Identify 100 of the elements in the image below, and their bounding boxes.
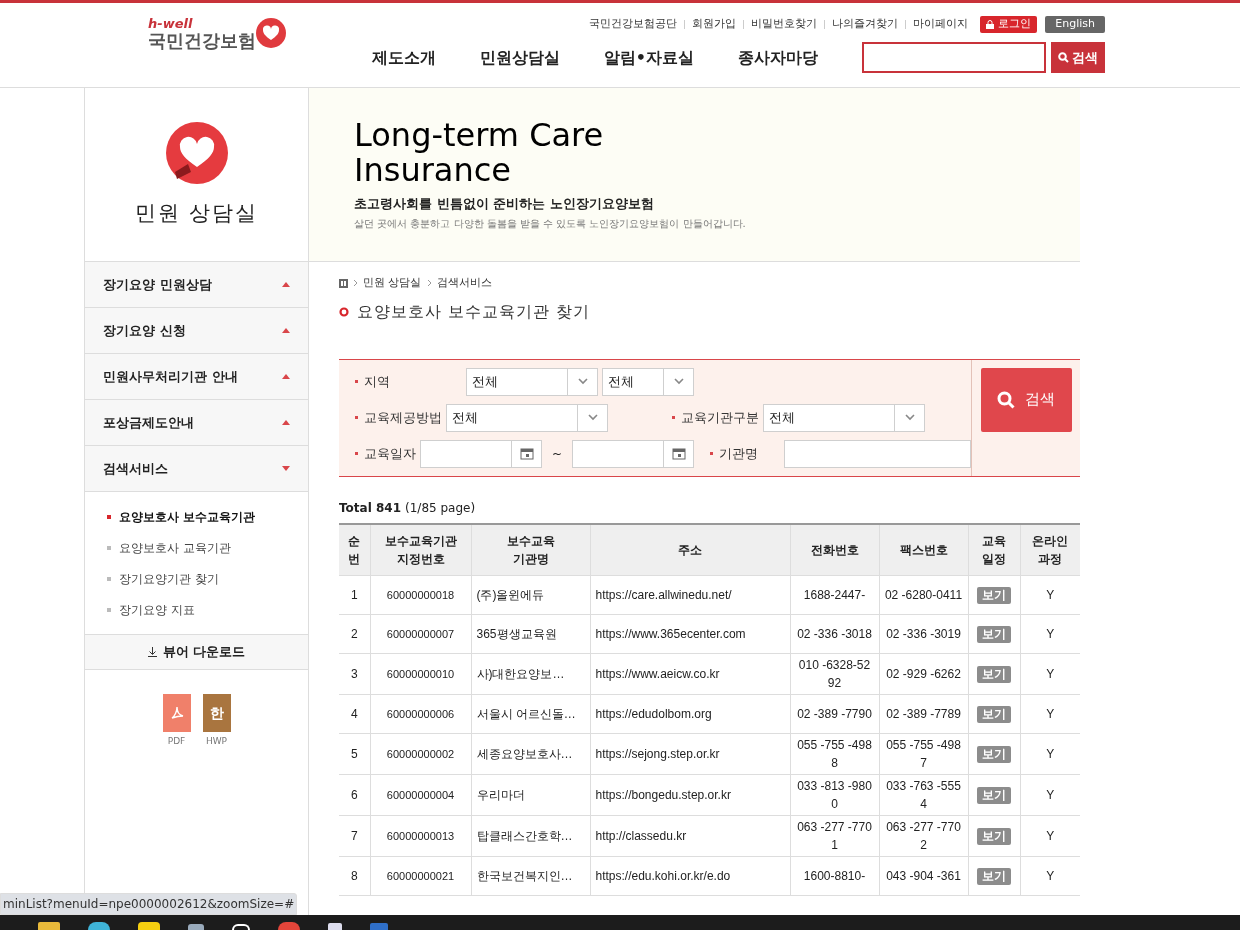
institution-type-select[interactable]: 전체 <box>763 403 925 432</box>
sidebar-menu-item[interactable]: 장기요양 민원상담 <box>85 262 308 308</box>
institution-name-field[interactable] <box>784 439 972 468</box>
table-cell: 60000000021 <box>386 870 455 882</box>
table-cell: 60000000018 <box>386 589 455 601</box>
submenu-item[interactable]: 요양보호사 보수교육기관 <box>85 501 308 532</box>
utility-link[interactable]: 나의즐겨찾기 <box>829 16 902 33</box>
end-date-field[interactable] <box>572 439 695 468</box>
submenu-item[interactable]: 장기요양 지표 <box>85 594 308 625</box>
table-cell: 한국보건복지인… <box>476 869 573 883</box>
breadcrumb-link[interactable]: 검색서비스 <box>436 275 492 292</box>
sidebar-menu-item[interactable]: 장기요양 신청 <box>85 308 308 354</box>
total-count: Total 841 <box>339 500 401 515</box>
sidebar-menu-item[interactable]: 검색서비스 <box>85 446 308 492</box>
utility-link[interactable]: 회원가입 <box>689 16 740 33</box>
caret-up-icon <box>282 282 290 287</box>
table-cell: 우리마더 <box>476 788 525 802</box>
table-cell: 6 <box>350 788 358 802</box>
nav-menu-item[interactable]: 종사자마당 <box>738 45 818 70</box>
nav-menu-item[interactable]: 알림•자료실 <box>603 45 694 70</box>
nav-menu-item[interactable]: 제도소개 <box>371 45 436 70</box>
chevron-down-icon <box>577 378 588 385</box>
sidebar-menu-item[interactable]: 포상금제도안내 <box>85 400 308 446</box>
calendar-icon <box>519 447 534 460</box>
district-select[interactable]: 전체 <box>602 367 694 396</box>
logo-tagline: h-well <box>148 17 194 31</box>
table-cell: https://www.365ecenter.com <box>595 627 746 641</box>
viewer-download-button[interactable]: 뷰어 다운로드 <box>85 634 308 670</box>
table-cell: 063 -277 -7702 <box>886 820 961 852</box>
search-field[interactable] <box>862 42 1046 73</box>
search-icon <box>997 390 1016 409</box>
table-cell: Y <box>1046 788 1055 802</box>
table-cell: 3 <box>350 667 358 681</box>
table-cell: https://care.allwinedu.net/ <box>595 588 732 602</box>
start-date-field[interactable] <box>420 439 542 468</box>
bullet-icon <box>710 452 714 455</box>
table-cell: 1688-2447- <box>803 588 866 602</box>
table-cell: 02 -929 -6262 <box>886 667 961 681</box>
browser-icon[interactable] <box>88 922 110 930</box>
chevron-down-icon <box>587 414 598 421</box>
table-cell: 1600-8810- <box>803 869 866 883</box>
login-button[interactable]: 로그인 <box>980 16 1038 33</box>
sidebar-menu-item[interactable]: 민원사무처리기관 안내 <box>85 354 308 400</box>
filter-label: 교육일자 <box>364 444 416 463</box>
method-select[interactable]: 전체 <box>446 403 608 432</box>
home-icon[interactable] <box>339 278 348 288</box>
breadcrumb-link[interactable]: 민원 상담실 <box>363 275 422 292</box>
table-cell: 60000000006 <box>386 708 455 720</box>
pdf-file-icon[interactable] <box>162 694 191 732</box>
caret-up-icon <box>282 328 290 333</box>
caret-up-icon <box>282 374 290 379</box>
table-cell: 세종요양보호사… <box>476 747 573 761</box>
search-button[interactable]: 검색 <box>1051 42 1105 73</box>
bullet-icon <box>355 416 358 419</box>
app-icon[interactable] <box>232 924 250 930</box>
table-cell: 043 -904 -361 <box>886 869 961 883</box>
table-cell: 1 <box>350 588 358 602</box>
nav-menu-item[interactable]: 민원상담실 <box>479 45 560 70</box>
table-cell: https://bongedu.step.or.kr <box>595 788 731 802</box>
download-icon <box>147 647 157 657</box>
status-url: minList?menuId=npe0000002612&zoomSize=# <box>0 893 298 915</box>
table-cell: https://sejong.step.or.kr <box>595 747 720 761</box>
table-cell: 60000000002 <box>386 748 455 760</box>
table-cell: 60000000010 <box>386 668 455 680</box>
table-cell: 02 -389 -7790 <box>797 707 872 721</box>
english-button[interactable]: English <box>1045 16 1105 33</box>
file-type-label: PDF <box>167 735 186 748</box>
column-header: 주소 <box>590 523 790 576</box>
calendar-icon <box>671 447 686 460</box>
chrome-icon[interactable] <box>278 922 300 930</box>
banner-description: 살던 곳에서 충분하고 다양한 돌봄을 받을 수 있도록 노인장기요양보험이 만들어갑니다. <box>354 216 747 231</box>
table-cell: https://www.aeicw.co.kr <box>595 667 720 681</box>
search-button[interactable]: 검색 <box>980 367 1072 432</box>
submenu-item[interactable]: 요양보호사 교육기관 <box>85 532 308 563</box>
caret-up-icon <box>282 420 290 425</box>
region-select[interactable]: 전체 <box>466 367 598 396</box>
sidebar-title: 민원 상담실 <box>134 199 259 227</box>
bullet-icon <box>107 514 111 519</box>
table-cell: 탑클래스간호학… <box>476 829 573 843</box>
table-cell: 7 <box>350 829 358 843</box>
column-header: 팩스번호 <box>879 523 968 576</box>
utility-link[interactable]: 마이페이지 <box>910 16 972 33</box>
caret-down-icon <box>282 466 290 471</box>
chevron-right-icon <box>353 279 358 288</box>
table-cell: 063 -277 -7701 <box>797 820 872 852</box>
search-icon <box>1058 52 1069 63</box>
table-cell: Y <box>1046 829 1055 843</box>
page-title: 요양보호사 보수교육기관 찾기 <box>357 300 591 323</box>
utility-link[interactable]: 국민건강보험공단 <box>586 16 681 33</box>
table-cell: 8 <box>350 869 358 883</box>
submenu-item[interactable]: 장기요양기관 찾기 <box>85 563 308 594</box>
banner-subtitle: 초고령사회를 빈틈없이 준비하는 노인장기요양보험 <box>354 195 655 214</box>
heart-logo-icon <box>254 17 288 51</box>
table-cell: 4 <box>350 707 358 721</box>
utility-link[interactable]: 비밀번호찾기 <box>748 16 821 33</box>
chevron-down-icon <box>673 378 684 385</box>
folder-icon[interactable] <box>38 922 60 930</box>
table-cell: Y <box>1046 627 1055 641</box>
hwp-file-icon[interactable]: 한 <box>202 694 231 732</box>
column-header: 순 번 <box>339 523 370 576</box>
